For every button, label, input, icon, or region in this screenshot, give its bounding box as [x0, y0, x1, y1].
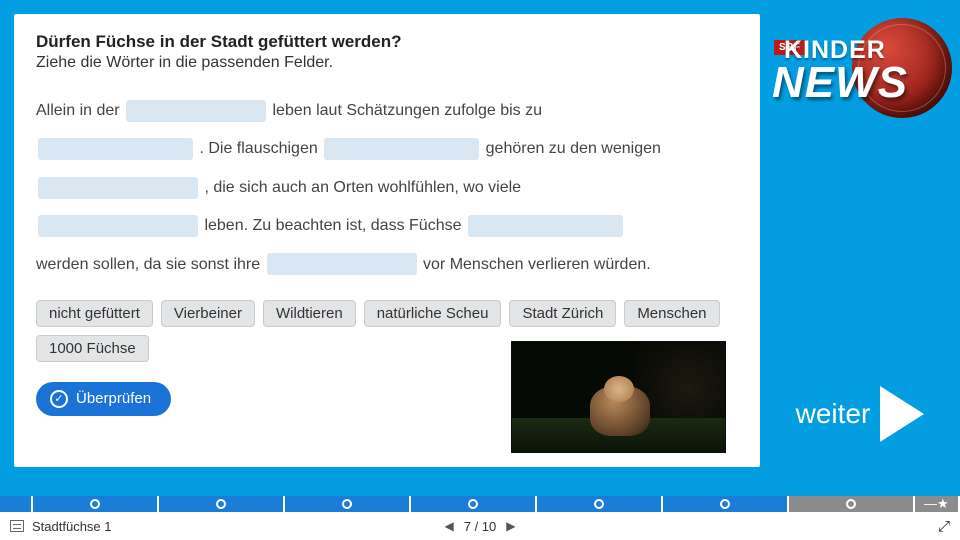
cloze-fragment: leben. Zu beachten ist, dass Füchse — [204, 217, 465, 234]
star-icon: —★ — [924, 496, 949, 512]
drop-target[interactable] — [468, 215, 623, 237]
cloze-text: Allein in der leben laut Schätzungen zuf… — [36, 92, 738, 284]
prev-page-button[interactable]: ◀ — [444, 519, 453, 533]
progress-dot-icon — [846, 499, 856, 509]
drop-target[interactable] — [267, 253, 417, 275]
drag-token[interactable]: Menschen — [624, 300, 719, 327]
drop-target[interactable] — [126, 100, 266, 122]
drag-token[interactable]: natürliche Scheu — [364, 300, 502, 327]
progress-segment-final[interactable]: —★ — [915, 496, 960, 512]
check-button-label: Überprüfen — [76, 390, 151, 407]
content-image — [511, 341, 726, 453]
drop-target[interactable] — [38, 138, 193, 160]
drag-token[interactable]: nicht gefüttert — [36, 300, 153, 327]
page-indicator: 7 / 10 — [464, 519, 497, 534]
fullscreen-button[interactable]: ⤢ — [938, 518, 950, 535]
exercise-card: Dürfen Füchse in der Stadt gefüttert wer… — [14, 14, 760, 467]
cloze-fragment: vor Menschen verlieren würden. — [423, 256, 651, 273]
cloze-fragment: werden sollen, da sie sonst ihre — [36, 256, 265, 273]
cloze-fragment: , die sich auch an Orten wohlfühlen, wo … — [204, 179, 521, 196]
list-icon[interactable] — [10, 520, 24, 532]
progress-dot-icon — [342, 499, 352, 509]
progress-segment[interactable] — [411, 496, 537, 512]
progress-dot-icon — [216, 499, 226, 509]
drop-target[interactable] — [38, 215, 198, 237]
brand-logo: SRF KINDER NEWS — [766, 18, 952, 128]
progress-dot-icon — [594, 499, 604, 509]
next-page-button[interactable]: ▶ — [506, 519, 515, 533]
progress-dot-icon — [720, 499, 730, 509]
progress-dot-icon — [90, 499, 100, 509]
drop-target[interactable] — [324, 138, 479, 160]
next-label: weiter — [796, 398, 871, 430]
drag-token[interactable]: Stadt Zürich — [509, 300, 616, 327]
drop-target[interactable] — [38, 177, 198, 199]
next-button[interactable]: weiter — [796, 386, 925, 442]
cloze-fragment: . Die flauschigen — [199, 140, 322, 157]
check-button[interactable]: ✓ Überprüfen — [36, 382, 171, 416]
progress-segment[interactable] — [0, 496, 33, 512]
play-triangle-icon — [880, 386, 924, 442]
cloze-fragment: Allein in der — [36, 102, 124, 119]
progress-segment[interactable] — [159, 496, 285, 512]
logo-text-news: NEWS — [772, 58, 908, 108]
footer-bar: Stadtfüchse 1 ◀ 7 / 10 ▶ ⤢ — [0, 512, 960, 540]
cloze-fragment: gehören zu den wenigen — [486, 140, 661, 157]
stage: Dürfen Füchse in der Stadt gefüttert wer… — [0, 0, 960, 496]
pager: ◀ 7 / 10 ▶ — [444, 519, 515, 534]
progress-bar: —★ — [0, 496, 960, 512]
progress-segment[interactable] — [663, 496, 789, 512]
progress-segment[interactable] — [537, 496, 663, 512]
question-title: Dürfen Füchse in der Stadt gefüttert wer… — [36, 32, 738, 52]
drag-token[interactable]: 1000 Füchse — [36, 335, 149, 362]
cloze-fragment: leben laut Schätzungen zufolge bis zu — [273, 102, 543, 119]
progress-dot-icon — [468, 499, 478, 509]
side-panel: SRF KINDER NEWS weiter — [760, 14, 960, 482]
drag-token[interactable]: Wildtieren — [263, 300, 356, 327]
drag-token[interactable]: Vierbeiner — [161, 300, 255, 327]
lesson-title: Stadtfüchse 1 — [32, 519, 112, 534]
instruction-text: Ziehe die Wörter in die passenden Felder… — [36, 54, 738, 72]
progress-segment[interactable] — [33, 496, 159, 512]
check-circle-icon: ✓ — [50, 390, 68, 408]
progress-segment[interactable] — [789, 496, 915, 512]
progress-segment[interactable] — [285, 496, 411, 512]
